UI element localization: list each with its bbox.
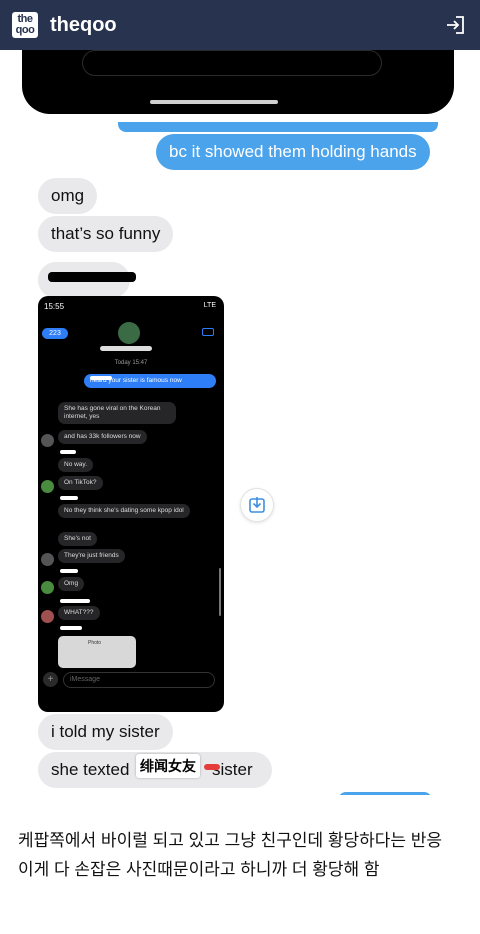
- phone-redaction: [60, 569, 78, 573]
- login-arrow-icon[interactable]: [444, 14, 466, 36]
- caption-line-1: 케팝쪽에서 바이럴 되고 있고 그냥 친구인데 황당하다는 반응: [18, 831, 443, 850]
- phone-photo-label: Photo: [88, 640, 102, 646]
- message-outgoing-1: bc it showed them holding hands: [156, 134, 430, 170]
- post-image: bc it showed them holding hands omg that…: [0, 50, 480, 795]
- phone-redaction: [60, 450, 76, 454]
- phone-redaction: [60, 626, 82, 630]
- phone-sender-avatar: [41, 581, 54, 594]
- chinese-text-sticker: 绯闻女友: [136, 754, 200, 778]
- top-header: the qoo theqoo: [0, 0, 480, 50]
- message-incoming-2: that’s so funny: [38, 216, 174, 252]
- phone-bubble-in-3: No way.: [58, 458, 93, 472]
- phone-redaction: [60, 496, 78, 500]
- phone-bubble-in-9: WHAT???: [58, 606, 100, 620]
- phone-message-input: iMessage: [63, 672, 215, 688]
- phone-redaction: [90, 376, 112, 380]
- site-name[interactable]: theqoo: [50, 14, 117, 37]
- phone-bubble-in-6: She's not: [58, 532, 97, 546]
- phone-bubble-in-4: On TikTok?: [58, 476, 103, 490]
- redaction-scribble: [48, 272, 136, 282]
- message-incoming-3: i told my sister: [38, 714, 173, 750]
- phone-bubble-in-2: and has 33k followers now: [58, 430, 147, 444]
- partial-outgoing-bubble: [118, 122, 438, 132]
- phone-scroll-indicator: [219, 568, 221, 616]
- message-incoming-1: omg: [38, 178, 98, 214]
- previous-phone-screenshot: [22, 50, 454, 114]
- post-caption: 케팝쪽에서 바이럴 되고 있고 그냥 친구인데 황당하다는 반응 이게 다 손잡…: [18, 826, 468, 884]
- phone-status-time: 15:55: [44, 302, 65, 311]
- phone-sender-avatar: [41, 434, 54, 447]
- phone-contact-avatar: [118, 322, 140, 344]
- logo-text-bottom: qoo: [15, 24, 35, 36]
- site-logo[interactable]: the qoo: [12, 12, 38, 38]
- phone-plus-icon: +: [43, 672, 58, 687]
- phone-status-signal: LTE: [203, 302, 216, 309]
- phone-back-badge: 223: [42, 328, 68, 339]
- previous-input-field: [82, 50, 382, 76]
- phone-bubble-in-5: No they think she's dating some kpop ido…: [58, 504, 190, 518]
- embedded-phone-screenshot: 15:55 LTE 223 Today 15:47 heard your sis…: [38, 296, 224, 712]
- save-image-button[interactable]: [240, 488, 274, 522]
- phone-photo-thumbnail: Photo: [58, 636, 136, 668]
- caption-line-2: 이게 다 손잡은 사진때문이라고 하니까 더 황당해 함: [18, 860, 380, 879]
- phone-bubble-in-8: Omg: [58, 577, 85, 591]
- phone-timestamp: Today 15:47: [114, 360, 148, 366]
- message-incoming-4-after: sister: [212, 760, 253, 779]
- phone-sender-avatar: [41, 480, 54, 493]
- message-incoming-4-before: she texted: [51, 760, 130, 779]
- phone-redaction: [60, 599, 90, 603]
- red-underline-mark: [204, 764, 220, 770]
- download-icon: [249, 497, 265, 513]
- video-call-icon: [202, 328, 214, 336]
- phone-bubble-in-7: They're just friends: [58, 549, 125, 563]
- partial-outgoing-bubble-bottom: [338, 792, 432, 795]
- phone-sender-avatar: [41, 610, 54, 623]
- phone-bubble-in-1: She has gone viral on the Korean interne…: [58, 402, 176, 424]
- phone-sender-avatar: [41, 553, 54, 566]
- home-indicator: [150, 100, 278, 104]
- phone-contact-name-redacted: [100, 346, 152, 351]
